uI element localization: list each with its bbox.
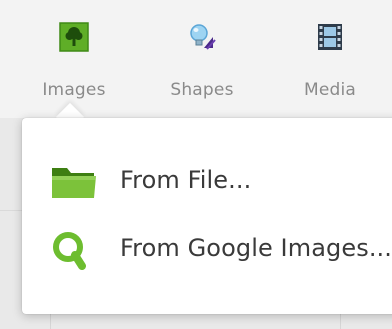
images-dropdown-menu: From File... From Google Images... <box>22 118 392 314</box>
shapes-button[interactable]: Shapes <box>156 22 248 106</box>
images-button[interactable]: Images <box>28 22 120 106</box>
film-icon <box>318 24 342 50</box>
lightbulb-shapes-icon <box>190 24 216 50</box>
menu-item-label: From File... <box>120 166 252 194</box>
shapes-button-label: Shapes <box>170 80 234 100</box>
search-icon <box>53 232 86 270</box>
media-button[interactable]: Media <box>284 22 376 106</box>
menu-item-from-google-images[interactable]: From Google Images... <box>22 224 392 274</box>
folder-icon <box>52 168 96 198</box>
tree-icon <box>59 22 89 52</box>
images-button-label: Images <box>42 80 106 100</box>
menu-item-from-file[interactable]: From File... <box>22 156 392 206</box>
media-button-label: Media <box>303 80 357 100</box>
menu-item-label: From Google Images... <box>120 234 392 262</box>
